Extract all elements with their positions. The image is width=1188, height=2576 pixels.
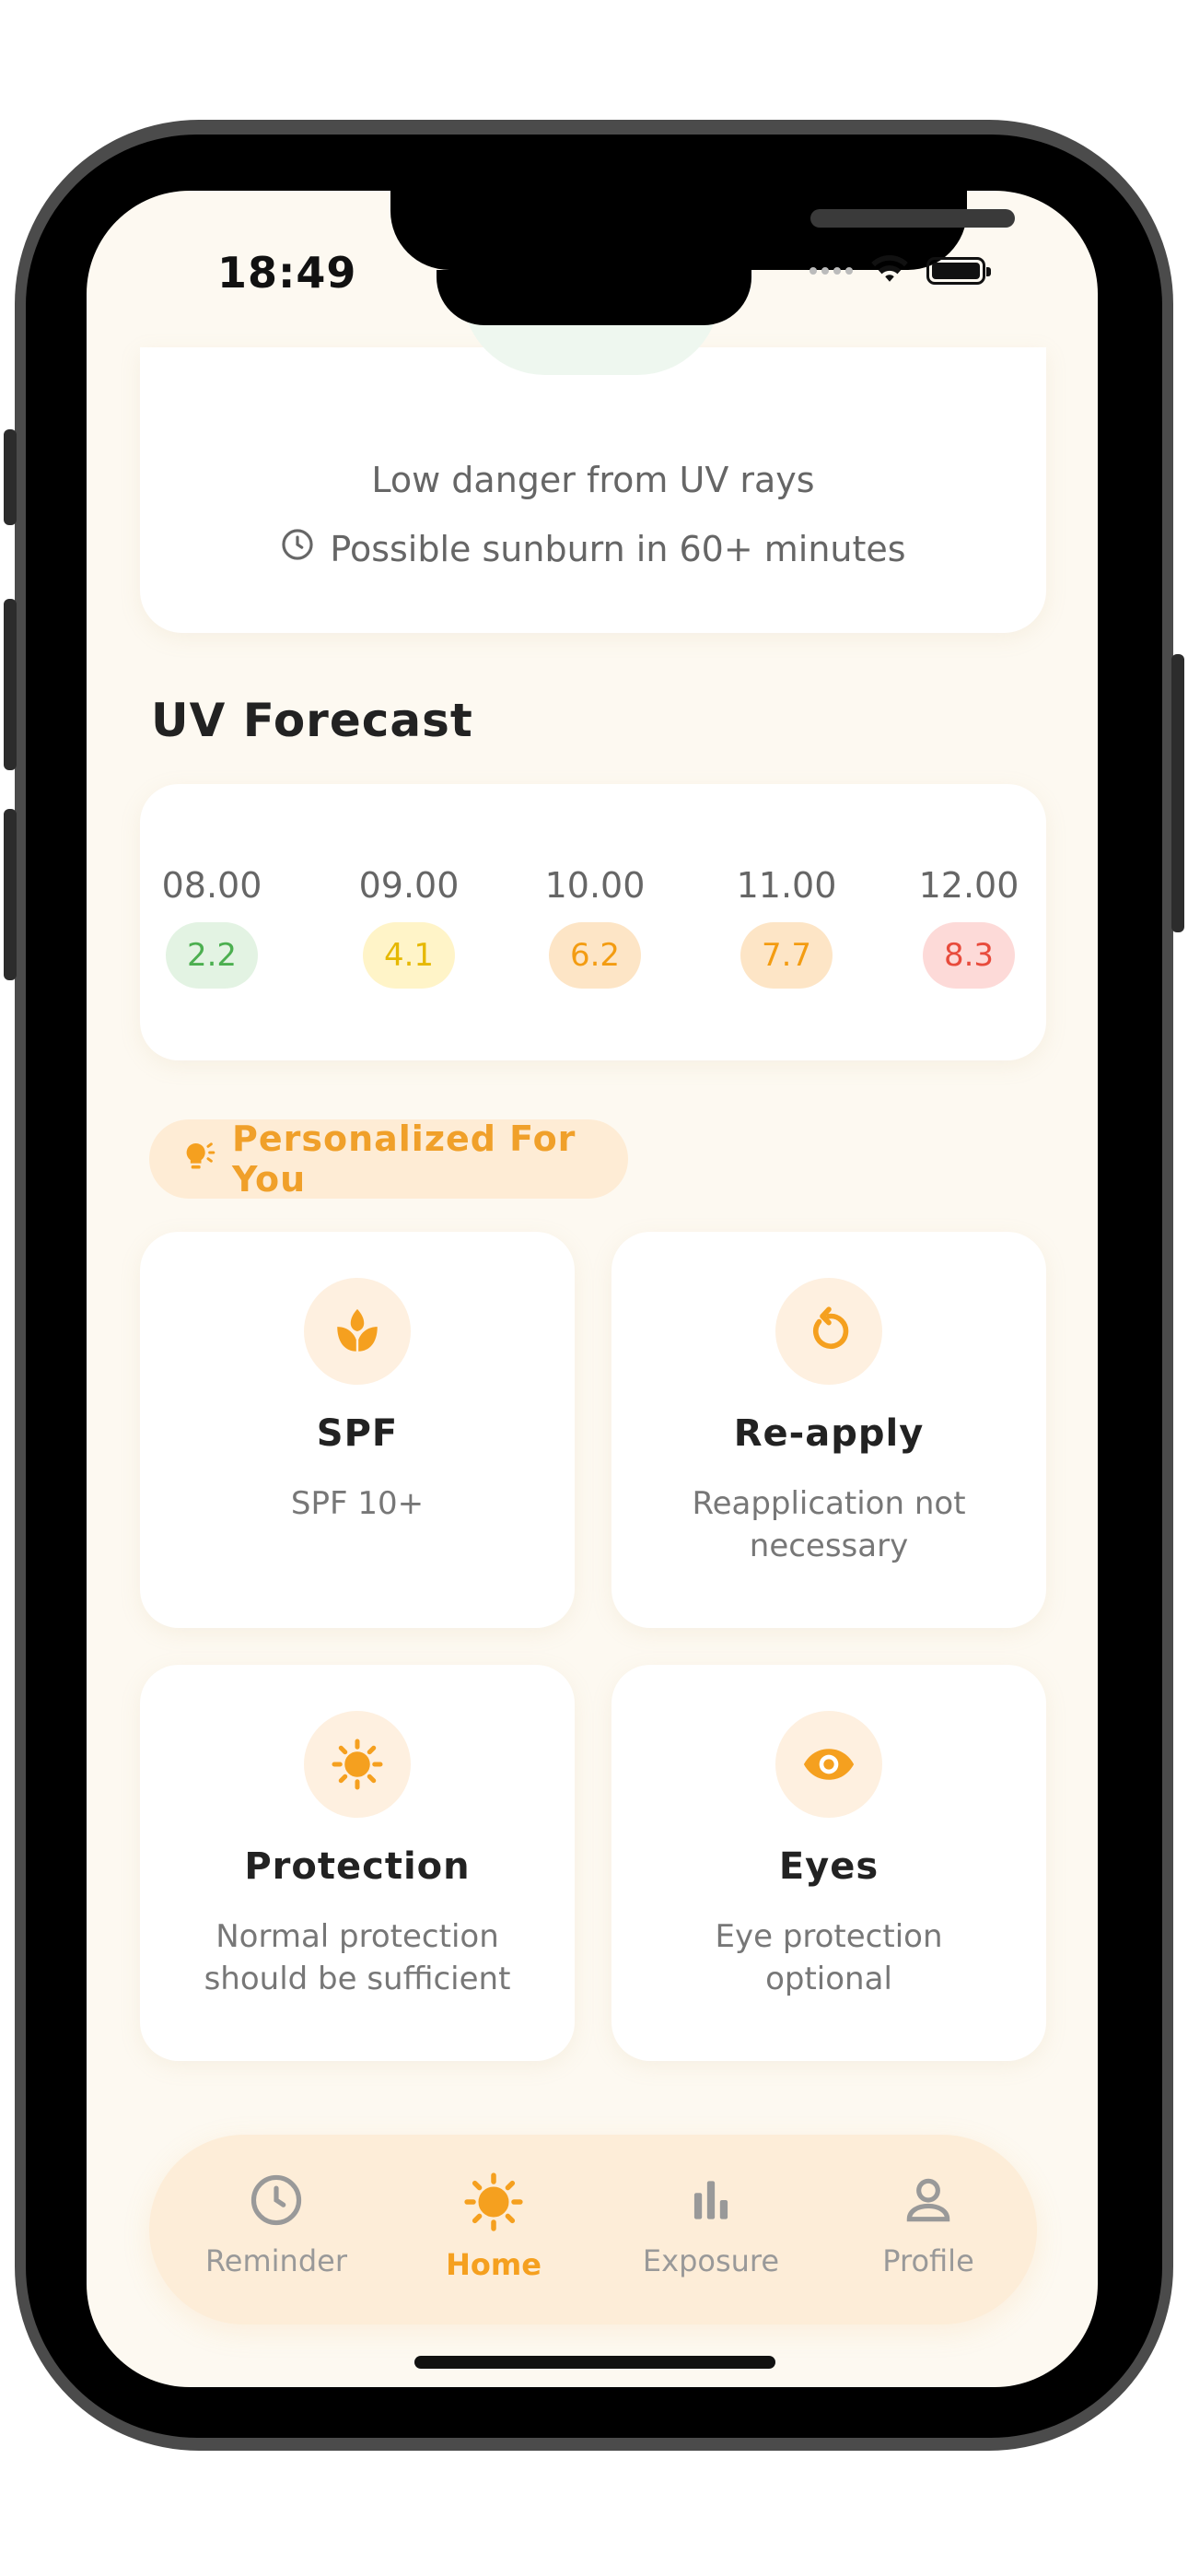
sun-icon	[304, 1711, 411, 1818]
reapply-icon	[775, 1278, 882, 1385]
tab-label: Exposure	[642, 2243, 780, 2278]
danger-level-text: Low danger from UV rays	[371, 460, 815, 500]
tab-profile[interactable]: Profile	[836, 2172, 1020, 2278]
tab-label: Profile	[882, 2243, 974, 2278]
forecast-time: 11.00	[736, 865, 837, 906]
forecast-uv-badge: 7.7	[740, 922, 833, 989]
signal-icon	[809, 267, 853, 275]
forecast-item: 08.00 2.2	[147, 865, 276, 989]
power-button	[1171, 654, 1184, 932]
tip-title: SPF	[316, 1412, 399, 1455]
sun-icon	[402, 2172, 586, 2236]
speaker-grille	[810, 209, 1015, 228]
forecast-item: 09.00 4.1	[344, 865, 473, 989]
clock-icon	[280, 527, 315, 570]
status-icons	[809, 253, 991, 288]
clock-icon	[184, 2172, 368, 2232]
uv-forecast-card[interactable]: 08.00 2.2 09.00 4.1 10.00 6.2 11.00 7.7 …	[140, 784, 1046, 1060]
eyes-card[interactable]: Eyes Eye protection optional	[611, 1665, 1046, 2061]
eye-icon	[775, 1711, 882, 1818]
tab-label: Reminder	[205, 2243, 347, 2278]
sunburn-text: Possible sunburn in 60+ minutes	[330, 528, 906, 569]
forecast-uv-badge: 6.2	[549, 922, 641, 989]
personalized-tag: Personalized For You	[149, 1118, 628, 1200]
forecast-time: 12.00	[918, 865, 1019, 906]
forecast-time: 10.00	[544, 865, 646, 906]
tab-label: Home	[446, 2247, 542, 2282]
leaf-icon	[304, 1278, 411, 1385]
wifi-icon	[869, 253, 910, 288]
reapply-card[interactable]: Re-apply Reapplication not necessary	[611, 1232, 1046, 1628]
personalized-label: Personalized For You	[232, 1118, 577, 1200]
tab-exposure[interactable]: Exposure	[619, 2172, 803, 2278]
forecast-uv-badge: 4.1	[363, 922, 455, 989]
volume-down-button	[4, 809, 17, 980]
tip-description: Normal protection should be sufficient	[204, 1918, 511, 1997]
spf-card[interactable]: SPF SPF 10+	[140, 1232, 575, 1628]
forecast-item: 12.00 8.3	[904, 865, 1033, 989]
home-indicator[interactable]	[414, 2356, 775, 2369]
tip-description: Reapplication not necessary	[692, 1485, 966, 1564]
forecast-item: 10.00 6.2	[530, 865, 659, 989]
person-icon	[836, 2172, 1020, 2232]
protection-card[interactable]: Protection Normal protection should be s…	[140, 1665, 575, 2061]
bottom-tab-bar: Reminder Home Exposure Profile	[149, 2135, 1037, 2324]
forecast-item: 11.00 7.7	[722, 865, 851, 989]
status-time: 18:49	[217, 248, 357, 298]
lightbulb-icon	[181, 1139, 217, 1179]
mute-switch	[4, 429, 17, 525]
notch-lower	[437, 270, 751, 325]
volume-up-button	[4, 599, 17, 770]
tip-title: Protection	[244, 1845, 471, 1888]
sunburn-estimate: Possible sunburn in 60+ minutes	[140, 527, 1046, 570]
tab-reminder[interactable]: Reminder	[184, 2172, 368, 2278]
tip-title: Eyes	[778, 1845, 879, 1888]
forecast-uv-badge: 2.2	[166, 922, 258, 989]
app-screen: Low danger from UV rays Possible sunburn…	[87, 191, 1098, 2387]
uv-index-card: Low danger from UV rays Possible sunburn…	[140, 292, 1046, 633]
tip-description: SPF 10+	[290, 1485, 425, 1522]
tab-home[interactable]: Home	[402, 2172, 586, 2282]
tip-description: Eye protection optional	[715, 1918, 943, 1997]
bar-chart-icon	[619, 2172, 803, 2232]
battery-icon	[926, 257, 991, 285]
forecast-time: 09.00	[358, 865, 460, 906]
uv-forecast-title: UV Forecast	[151, 694, 473, 747]
forecast-time: 08.00	[161, 865, 262, 906]
tip-title: Re-apply	[733, 1412, 925, 1455]
forecast-uv-badge: 8.3	[923, 922, 1015, 989]
